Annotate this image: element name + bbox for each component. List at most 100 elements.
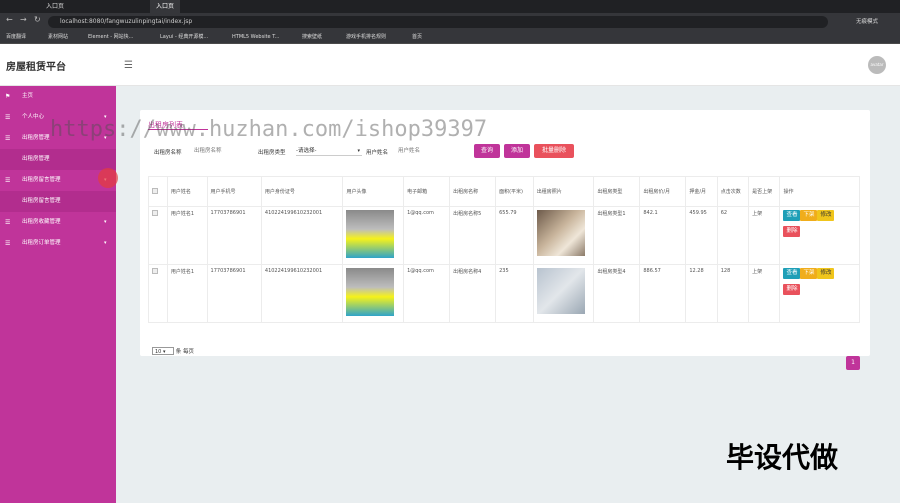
sidebar-item-label: 个人中心: [22, 114, 45, 120]
bookmark-item[interactable]: 素材网站: [48, 31, 68, 44]
cell-clicks: 62: [716, 206, 750, 265]
tab-label: 入口页: [46, 3, 65, 10]
edit-button[interactable]: 修改: [817, 210, 835, 221]
view-button[interactable]: 查看: [783, 268, 801, 279]
user-avatar-image: [346, 210, 395, 258]
column-header: 用户身份证号: [260, 176, 344, 207]
sidebar-item-label: 出租房收藏管理: [22, 219, 61, 225]
user-filter-input[interactable]: [398, 146, 454, 156]
cell-phone: 17703786901: [206, 264, 262, 323]
column-header: 出租房照片: [532, 176, 595, 207]
sidebar-item-label: 出租房留言管理: [22, 177, 61, 183]
column-header: 是否上架: [748, 176, 781, 207]
select-all-checkbox[interactable]: [152, 187, 158, 194]
bookmark-item[interactable]: HTML5 Website T...: [232, 31, 279, 44]
delete-button[interactable]: 删除: [783, 284, 801, 295]
cell-house-type: 出租房类型1: [593, 206, 641, 265]
cell-listed: 上架: [748, 206, 781, 265]
flag-icon: ⚑: [5, 93, 11, 100]
column-header: 用户姓名: [166, 176, 208, 207]
column-header: 押金/月: [685, 176, 718, 207]
cell-actions: 查看 下架 修改 删除: [779, 206, 860, 265]
unlist-button[interactable]: 下架: [800, 268, 818, 279]
browser-tab-active[interactable]: 入口页: [150, 0, 181, 13]
column-header: 出租房名称: [449, 176, 497, 207]
sidebar-item-label: 出租房管理: [22, 135, 50, 141]
corner-overlay-text: 毕设代做: [726, 441, 839, 474]
delete-button[interactable]: 删除: [783, 226, 801, 237]
table-row: 用户姓名1 17703786901 410224199610232001 1@q…: [148, 206, 860, 265]
cell-listed: 上架: [748, 264, 781, 323]
cell-house-name: 出租房名称4: [449, 264, 497, 323]
menu-toggle-icon[interactable]: ☰: [124, 60, 133, 71]
tab-label: 入口页: [156, 3, 175, 10]
table-row: 用户姓名1 17703786901 410224199610232001 1@q…: [148, 264, 860, 323]
type-filter-select[interactable]: -请选择- ▾: [296, 146, 362, 156]
add-button[interactable]: 添加: [504, 144, 530, 158]
chevron-down-icon: ▾: [104, 219, 107, 225]
column-header: 点击次数: [716, 176, 750, 207]
cell-user-name: 用户姓名1: [166, 264, 208, 323]
bookmark-item[interactable]: 百度翻译: [6, 31, 26, 44]
row-select-cell[interactable]: [148, 206, 168, 265]
menu-icon: ☰: [5, 219, 11, 226]
row-select-cell[interactable]: [148, 264, 168, 323]
sidebar-item-label: 出租房管理: [22, 156, 50, 162]
watermark-text: https://www.huzhan.com/ishop39397: [50, 117, 488, 142]
bookmark-item[interactable]: Layui - 经典开源模...: [160, 31, 208, 44]
column-header: 面积(平米): [495, 176, 534, 207]
forward-icon[interactable]: →: [20, 15, 27, 24]
sidebar-item-label: 主页: [22, 93, 34, 99]
page-number-button[interactable]: 1: [846, 356, 860, 370]
sidebar-item-favorite-manage[interactable]: ☰ 出租房收藏管理 ▾: [0, 212, 116, 233]
cell-area: 655.79: [495, 206, 534, 265]
address-input[interactable]: localhost:8080/fangwuzulinpingtai/index.…: [48, 16, 828, 28]
unlist-button[interactable]: 下架: [800, 210, 818, 221]
type-filter-value: -请选择-: [296, 148, 317, 154]
edit-button[interactable]: 修改: [817, 268, 835, 279]
bookmarks-bar: 百度翻译 素材网站 Element - 网站快... Layui - 经典开源模…: [0, 31, 900, 44]
cell-id-number: 410224199610232001: [260, 264, 344, 323]
click-indicator: [98, 168, 118, 188]
cell-actions: 查看 下架 修改 删除: [779, 264, 860, 323]
rental-table: 用户姓名 用户手机号 用户身份证号 用户头像 电子邮箱 出租房名称 面积(平米)…: [148, 176, 860, 323]
row-checkbox[interactable]: [152, 268, 158, 274]
cell-deposit: 459.95: [685, 206, 718, 265]
avatar[interactable]: avatar: [868, 56, 886, 74]
cell-user-name: 用户姓名1: [166, 206, 208, 265]
reload-icon[interactable]: ↻: [34, 15, 41, 24]
chevron-down-icon: ▾: [104, 240, 107, 246]
sidebar-item-home[interactable]: ⚑ 主页: [0, 86, 116, 107]
cell-clicks: 128: [716, 264, 750, 323]
sidebar-subitem-message-manage[interactable]: 出租房留言管理: [0, 191, 116, 212]
back-icon[interactable]: ←: [6, 15, 13, 24]
address-bar-row: ← → ↻ localhost:8080/fangwuzulinpingtai/…: [0, 13, 900, 31]
sidebar-item-label: 出租房留言管理: [22, 198, 61, 204]
rental-list-card: 出租房列表 出租房名称 出租房类型 -请选择- ▾ 用户姓名 查询 添加 批量删…: [140, 110, 870, 370]
chevron-down-icon: ▾: [357, 148, 360, 154]
sidebar-item-order-manage[interactable]: ☰ 出租房订单管理 ▾: [0, 233, 116, 254]
select-all-cell[interactable]: [148, 176, 168, 207]
menu-icon: ☰: [5, 135, 11, 142]
table-header-row: 用户姓名 用户手机号 用户身份证号 用户头像 电子邮箱 出租房名称 面积(平米)…: [148, 176, 860, 207]
query-button[interactable]: 查询: [474, 144, 500, 158]
sidebar-subitem-rental-manage[interactable]: 出租房管理: [0, 149, 116, 170]
bookmark-item[interactable]: 搜索壁纸: [302, 31, 322, 44]
cell-house-name: 出租房名称5: [449, 206, 497, 265]
page-size-select[interactable]: 10 ▾: [152, 347, 174, 355]
bookmark-item[interactable]: 首页: [412, 31, 422, 44]
bookmark-item[interactable]: 游戏手机排名规则: [346, 31, 386, 44]
batch-delete-button[interactable]: 批量删除: [534, 144, 574, 158]
cell-house-type: 出租房类型4: [593, 264, 641, 323]
sidebar-item-label: 出租房订单管理: [22, 240, 61, 246]
browser-tab[interactable]: 入口页: [40, 0, 70, 13]
name-filter-input[interactable]: [194, 146, 250, 156]
row-checkbox[interactable]: [152, 210, 158, 216]
cell-avatar: [342, 264, 405, 323]
cell-email: 1@qq.com: [403, 264, 451, 323]
bookmark-item[interactable]: Element - 网站快...: [88, 31, 133, 44]
view-button[interactable]: 查看: [783, 210, 801, 221]
profile-label[interactable]: 无痕模式: [856, 17, 878, 25]
user-avatar-image: [346, 268, 395, 316]
column-header: 用户头像: [342, 176, 405, 207]
